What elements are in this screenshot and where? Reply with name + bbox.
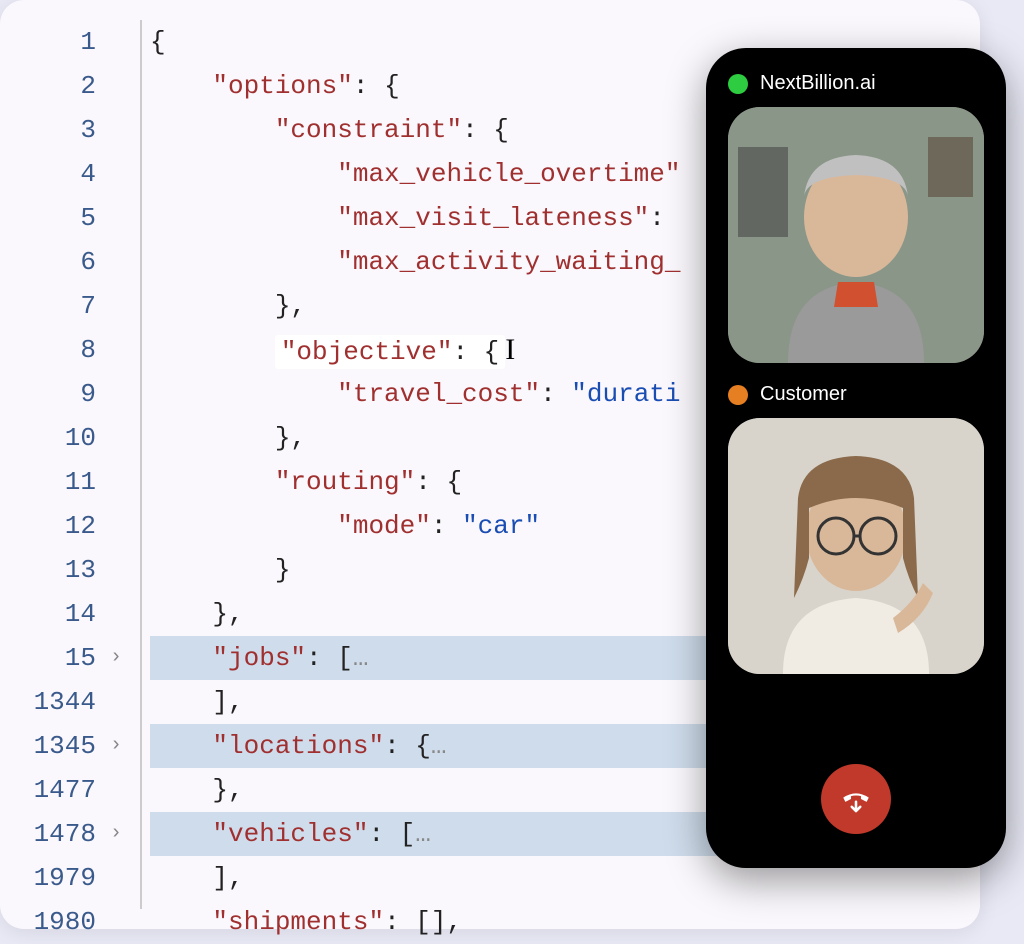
person-placeholder-icon — [728, 107, 984, 363]
line-number: 1979 — [0, 856, 122, 900]
line-number: 9 — [0, 372, 122, 416]
line-number: 12 — [0, 504, 122, 548]
video-tile[interactable] — [728, 418, 984, 674]
line-number: 4 — [0, 152, 122, 196]
line-number: 1478› — [0, 812, 122, 856]
participant-label: NextBillion.ai — [728, 72, 984, 95]
status-dot-online-icon — [728, 74, 748, 94]
phone-hangup-icon — [839, 782, 873, 816]
fold-toggle-icon[interactable]: › — [104, 636, 122, 680]
video-call-panel: NextBillion.ai Customer — [706, 48, 1006, 868]
line-number: 10 — [0, 416, 122, 460]
participant-label: Customer — [728, 383, 984, 406]
line-number: 7 — [0, 284, 122, 328]
participant-name: NextBillion.ai — [760, 72, 876, 95]
line-number: 1980 — [0, 900, 122, 944]
status-dot-away-icon — [728, 385, 748, 405]
hangup-button[interactable] — [821, 764, 891, 834]
line-number: 3 — [0, 108, 122, 152]
line-number: 1344 — [0, 680, 122, 724]
video-tile[interactable] — [728, 107, 984, 363]
line-number: 15› — [0, 636, 122, 680]
line-number: 14 — [0, 592, 122, 636]
code-line[interactable]: "shipments": [], — [150, 900, 980, 944]
line-number: 1 — [0, 20, 122, 64]
line-number-gutter: 123456789101112131415›13441345›14771478›… — [0, 20, 140, 909]
line-number: 6 — [0, 240, 122, 284]
participant-name: Customer — [760, 383, 847, 406]
line-number: 2 — [0, 64, 122, 108]
line-number: 11 — [0, 460, 122, 504]
line-number: 8 — [0, 328, 122, 372]
line-number: 1477 — [0, 768, 122, 812]
fold-toggle-icon[interactable]: › — [104, 812, 122, 856]
person-placeholder-icon — [728, 418, 984, 674]
fold-toggle-icon[interactable]: › — [104, 724, 122, 768]
line-number: 1345› — [0, 724, 122, 768]
line-number: 5 — [0, 196, 122, 240]
text-cursor-icon: I — [505, 333, 515, 366]
line-number: 13 — [0, 548, 122, 592]
